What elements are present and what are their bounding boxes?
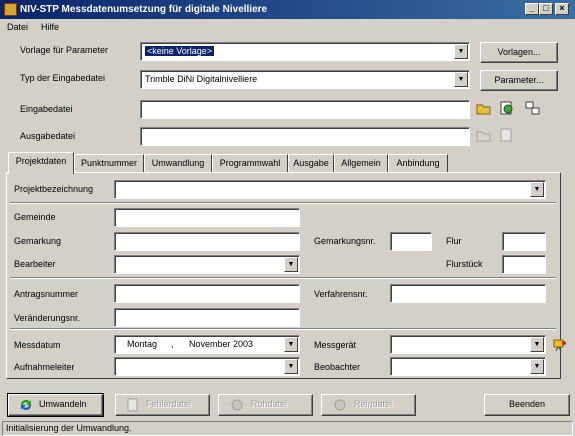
gemarkungsnr-label: Gemarkungsnr.	[314, 236, 376, 246]
tab-programmwahl[interactable]: Programmwahl	[212, 154, 288, 173]
view-file-icon[interactable]	[499, 100, 515, 116]
projektbezeichnung-select[interactable]: ▼	[114, 180, 546, 199]
messdatum-separator: ,	[171, 339, 174, 349]
aufnahmeleiter-select[interactable]: ▼	[114, 357, 300, 376]
projektbezeichnung-label: Projektbezeichnung	[14, 184, 94, 194]
divider	[10, 277, 556, 279]
reindatei-button[interactable]: Reindatei	[321, 394, 416, 416]
flurstueck-field[interactable]	[502, 255, 546, 274]
antragsnummer-field[interactable]	[114, 284, 300, 303]
verfahrensnr-label: Verfahrensnr.	[314, 289, 368, 299]
typ-value: Trimble DiNi Digitalnivelliere	[145, 74, 258, 84]
menu-bar: Datei Hilfe	[0, 19, 575, 36]
typ-label: Typ der Eingabedatei	[20, 73, 106, 83]
vorlage-select[interactable]: <keine Vorlage> ▼	[140, 42, 470, 61]
tab-allgemein[interactable]: Allgemein	[334, 154, 388, 173]
tab-anbindung[interactable]: Anbindung	[388, 154, 448, 173]
bearbeiter-label: Bearbeiter	[14, 259, 56, 269]
maximize-button[interactable]: □	[539, 3, 553, 15]
verfahrensnr-field[interactable]	[390, 284, 546, 303]
tab-ausgabe[interactable]: Ausgabe	[288, 154, 334, 173]
minimize-button[interactable]: _	[525, 3, 539, 15]
divider	[10, 328, 556, 330]
app-icon	[4, 3, 17, 16]
gemeinde-field[interactable]	[114, 208, 300, 227]
beenden-button[interactable]: Beenden	[484, 394, 570, 416]
menu-datei[interactable]: Datei	[7, 22, 28, 32]
eingabedatei-field[interactable]	[140, 100, 470, 119]
messdatum-picker[interactable]: Montag , November 2003 ▼	[114, 335, 300, 354]
vorlage-value: <keine Vorlage>	[145, 46, 215, 56]
title-bar: NIV-STP Messdatenumsetzung für digitale …	[0, 0, 575, 19]
typ-select[interactable]: Trimble DiNi Digitalnivelliere ▼	[140, 70, 470, 89]
chevron-down-icon[interactable]: ▼	[284, 359, 298, 374]
ausgabedatei-field[interactable]	[140, 127, 470, 146]
chevron-down-icon[interactable]: ▼	[454, 72, 468, 87]
instrument-icon[interactable]	[551, 336, 567, 352]
raw-file-icon	[231, 399, 243, 411]
veraenderungsnr-field[interactable]	[114, 308, 300, 327]
beobachter-select[interactable]: ▼	[390, 357, 546, 376]
rohdatei-button[interactable]: Rohdatei	[218, 394, 313, 416]
chevron-down-icon[interactable]: ▼	[530, 337, 544, 352]
tab-umwandlung[interactable]: Umwandlung	[144, 154, 212, 173]
view-file-disabled-icon[interactable]	[499, 127, 515, 143]
vorlage-label: Vorlage für Parameter	[20, 45, 109, 55]
gemarkungsnr-field[interactable]	[390, 232, 432, 251]
parameter-button[interactable]: Parameter...	[480, 70, 558, 91]
fehlerdatei-label: Fehlerdatei	[146, 399, 192, 409]
messgeraet-label: Messgerät	[314, 340, 357, 350]
chevron-down-icon[interactable]: ▼	[454, 44, 468, 59]
divider	[10, 202, 556, 204]
file-list-icon[interactable]	[525, 100, 541, 116]
bearbeiter-select[interactable]: ▼	[114, 255, 300, 274]
close-button[interactable]: ×	[555, 3, 569, 15]
antragsnummer-label: Antragsnummer	[14, 289, 79, 299]
flur-label: Flur	[446, 236, 462, 246]
beobachter-label: Beobachter	[314, 362, 361, 372]
rohdatei-label: Rohdatei	[251, 399, 288, 409]
gemarkung-label: Gemarkung	[14, 236, 62, 246]
chevron-down-icon[interactable]: ▼	[284, 257, 298, 272]
vorlagen-button[interactable]: Vorlagen...	[480, 42, 558, 63]
window-title: NIV-STP Messdatenumsetzung für digitale …	[20, 4, 268, 15]
messdatum-label: Messdatum	[14, 340, 61, 350]
clean-file-icon	[334, 399, 346, 411]
gemeinde-label: Gemeinde	[14, 212, 56, 222]
ausgabedatei-label: Ausgabedatei	[20, 131, 76, 141]
status-bar: Initialisierung der Umwandlung.	[2, 421, 573, 436]
veraenderungsnr-label: Veränderungsnr.	[14, 313, 81, 323]
messdatum-value: November 2003	[189, 339, 254, 349]
fehlerdatei-button[interactable]: Fehlerdatei	[115, 394, 210, 416]
flurstueck-label: Flurstück	[446, 259, 483, 269]
gemarkung-field[interactable]	[114, 232, 300, 251]
umwandeln-button[interactable]: Umwandeln	[7, 393, 104, 417]
chevron-down-icon[interactable]: ▼	[530, 182, 544, 197]
eingabedatei-label: Eingabedatei	[20, 104, 73, 114]
open-folder-icon[interactable]	[476, 101, 492, 117]
open-folder-disabled-icon[interactable]	[476, 128, 492, 144]
messdatum-day: Montag	[127, 339, 158, 349]
error-file-icon	[127, 398, 138, 412]
umwandeln-label: Umwandeln	[39, 399, 87, 409]
chevron-down-icon[interactable]: ▼	[530, 359, 544, 374]
convert-icon	[21, 400, 31, 410]
tab-punktnummer[interactable]: Punktnummer	[74, 154, 144, 173]
flur-field[interactable]	[502, 232, 546, 251]
messgeraet-select[interactable]: ▼	[390, 335, 546, 354]
reindatei-label: Reindatei	[354, 399, 393, 409]
aufnahmeleiter-label: Aufnahmeleiter	[14, 362, 75, 372]
tab-projektdaten[interactable]: Projektdaten	[8, 152, 74, 174]
menu-hilfe[interactable]: Hilfe	[41, 22, 59, 32]
chevron-down-icon[interactable]: ▼	[284, 337, 298, 352]
